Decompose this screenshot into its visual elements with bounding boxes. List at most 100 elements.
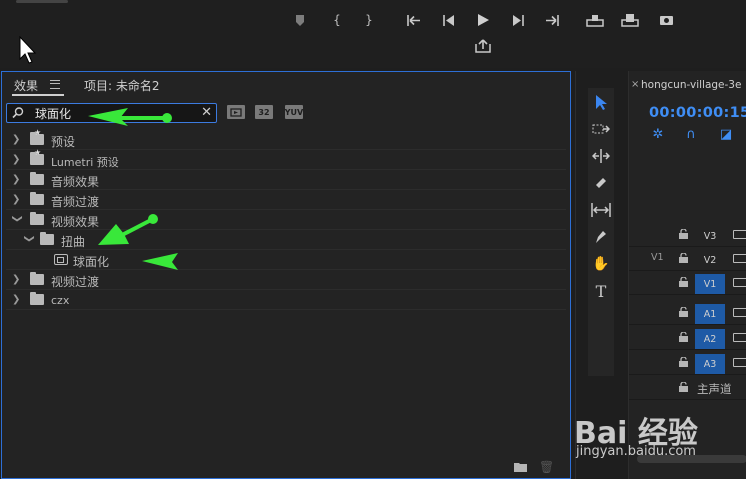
lock-icon[interactable] — [679, 253, 688, 263]
sync-lock-icon[interactable] — [733, 358, 746, 367]
razor-tool-icon[interactable] — [588, 171, 614, 195]
lock-icon[interactable] — [679, 332, 688, 342]
track-header-a3[interactable]: A3 — [629, 352, 746, 375]
tree-item-label: 预设 — [51, 135, 76, 149]
toolbar: ✋ T — [588, 88, 614, 376]
accelerated-effects-filter-icon[interactable] — [227, 105, 245, 119]
effects-search-field[interactable]: ✕ — [6, 103, 217, 123]
effect-icon — [54, 254, 68, 265]
panel-tabs: 效果 项目: 未命名2 — [2, 72, 570, 98]
tree-item-audio-effects[interactable]: ❯ 音频效果 — [6, 170, 566, 190]
track-name[interactable]: V3 — [695, 226, 725, 246]
lock-icon[interactable] — [679, 382, 688, 392]
tree-item-czx[interactable]: ❯ czx — [6, 290, 566, 310]
sync-lock-icon[interactable] — [733, 254, 746, 263]
sequence-tab[interactable]: hongcun-village-3e — [641, 79, 741, 91]
mark-out-icon[interactable]: } — [358, 10, 380, 30]
folder-icon — [30, 212, 44, 225]
track-name[interactable]: V2 — [695, 250, 725, 270]
tab-project[interactable]: 项目: 未命名2 — [84, 77, 160, 94]
panel-menu-icon[interactable] — [50, 80, 60, 89]
effects-panel: 效果 项目: 未命名2 ✕ 32 YUV ❯ 预设 ❯ Lumetri 预设 — [1, 71, 571, 479]
track-header-v2[interactable]: V1 V2 — [629, 248, 746, 271]
chevron-right-icon[interactable]: ❯ — [12, 134, 22, 145]
type-tool-icon[interactable]: T — [588, 279, 614, 303]
export-frame-icon[interactable] — [655, 10, 677, 30]
close-icon[interactable]: × — [631, 79, 639, 90]
track-name[interactable]: A2 — [695, 329, 725, 349]
track-header-v3[interactable]: V3 — [629, 224, 746, 247]
tree-item-video-effects[interactable]: ❯ 视频效果 — [6, 210, 566, 230]
step-forward-icon[interactable] — [507, 10, 529, 30]
slip-tool-icon[interactable] — [588, 198, 614, 222]
lock-icon[interactable] — [679, 229, 688, 239]
insert-icon[interactable] — [584, 10, 606, 30]
chevron-right-icon[interactable]: ❯ — [12, 154, 22, 165]
track-name[interactable]: A1 — [695, 304, 725, 324]
folder-icon — [30, 292, 44, 305]
watermark: Bai 经验 jingyan.baidu.com — [574, 398, 744, 468]
source-patch[interactable]: V1 — [651, 252, 664, 263]
tree-item-label: 音频过渡 — [51, 195, 100, 209]
mouse-pointer-icon — [19, 36, 37, 64]
track-name[interactable]: V1 — [695, 274, 725, 294]
tree-item-label: 视频效果 — [51, 215, 100, 229]
tab-effects[interactable]: 效果 — [14, 77, 38, 94]
track-header-a2[interactable]: A2 — [629, 327, 746, 350]
step-back-icon[interactable] — [438, 10, 460, 30]
track-header-master[interactable]: 主声道 — [629, 377, 746, 400]
delete-icon[interactable]: 🗑 — [539, 460, 554, 474]
hand-tool-icon[interactable]: ✋ — [588, 252, 614, 276]
play-icon[interactable] — [472, 10, 494, 30]
tree-item-distort[interactable]: ❯ 扭曲 — [6, 230, 566, 250]
selection-tool-icon[interactable] — [588, 90, 614, 114]
tree-item-video-transitions[interactable]: ❯ 视频过渡 — [6, 270, 566, 290]
new-bin-icon[interactable] — [514, 462, 527, 472]
lock-icon[interactable] — [679, 307, 688, 317]
snap-icon[interactable]: ∩ — [684, 127, 698, 142]
folder-icon — [30, 272, 44, 285]
linked-selection-icon[interactable]: ◪ — [719, 127, 733, 142]
chevron-right-icon[interactable]: ❯ — [12, 174, 22, 185]
go-to-out-icon[interactable] — [541, 10, 563, 30]
chevron-down-icon[interactable]: ❯ — [24, 235, 35, 245]
sync-lock-icon[interactable] — [733, 333, 746, 342]
lift-extract-icon[interactable] — [472, 36, 494, 56]
track-name[interactable]: A3 — [695, 354, 725, 374]
search-input[interactable] — [35, 105, 195, 121]
32bit-filter-icon[interactable]: 32 — [255, 105, 273, 119]
playhead-timecode[interactable]: 00:00:00:15 — [649, 105, 746, 121]
mark-in-icon[interactable]: { — [326, 10, 348, 30]
yuv-filter-icon[interactable]: YUV — [285, 105, 303, 119]
sync-lock-icon[interactable] — [733, 308, 746, 317]
preset-folder-icon — [30, 128, 44, 145]
overwrite-icon[interactable] — [619, 10, 641, 30]
lock-icon[interactable] — [679, 357, 688, 367]
tree-item-lumetri-presets[interactable]: ❯ Lumetri 预设 — [6, 148, 566, 170]
folder-icon — [30, 192, 44, 205]
add-marker-icon[interactable] — [289, 10, 311, 30]
track-header-a1[interactable]: A1 — [629, 302, 746, 325]
chevron-right-icon[interactable]: ❯ — [12, 294, 22, 305]
sync-lock-icon[interactable] — [733, 230, 746, 239]
track-select-tool-icon[interactable] — [588, 117, 614, 141]
go-to-in-icon[interactable] — [403, 10, 425, 30]
tree-item-label: 球面化 — [73, 255, 110, 269]
clear-search-icon[interactable]: ✕ — [201, 105, 212, 120]
chevron-right-icon[interactable]: ❯ — [12, 194, 22, 205]
watermark-url: jingyan.baidu.com — [576, 444, 696, 459]
chevron-down-icon[interactable]: ❯ — [12, 215, 23, 225]
monitor-scrub-bar[interactable] — [16, 0, 68, 3]
track-header-v1[interactable]: V1 — [629, 272, 746, 295]
tree-item-label: 视频过渡 — [51, 275, 100, 289]
lock-icon[interactable] — [679, 277, 688, 287]
chevron-right-icon[interactable]: ❯ — [12, 274, 22, 285]
pen-tool-icon[interactable] — [588, 225, 614, 249]
tree-item-audio-transitions[interactable]: ❯ 音频过渡 — [6, 190, 566, 210]
search-icon — [12, 107, 24, 119]
ripple-edit-tool-icon[interactable] — [588, 144, 614, 168]
sync-lock-icon[interactable] — [733, 278, 746, 287]
tree-item-spherize[interactable]: 球面化 — [6, 250, 566, 270]
nest-sequence-icon[interactable]: ✲ — [651, 127, 665, 142]
tree-item-presets[interactable]: ❯ 预设 — [6, 128, 566, 150]
